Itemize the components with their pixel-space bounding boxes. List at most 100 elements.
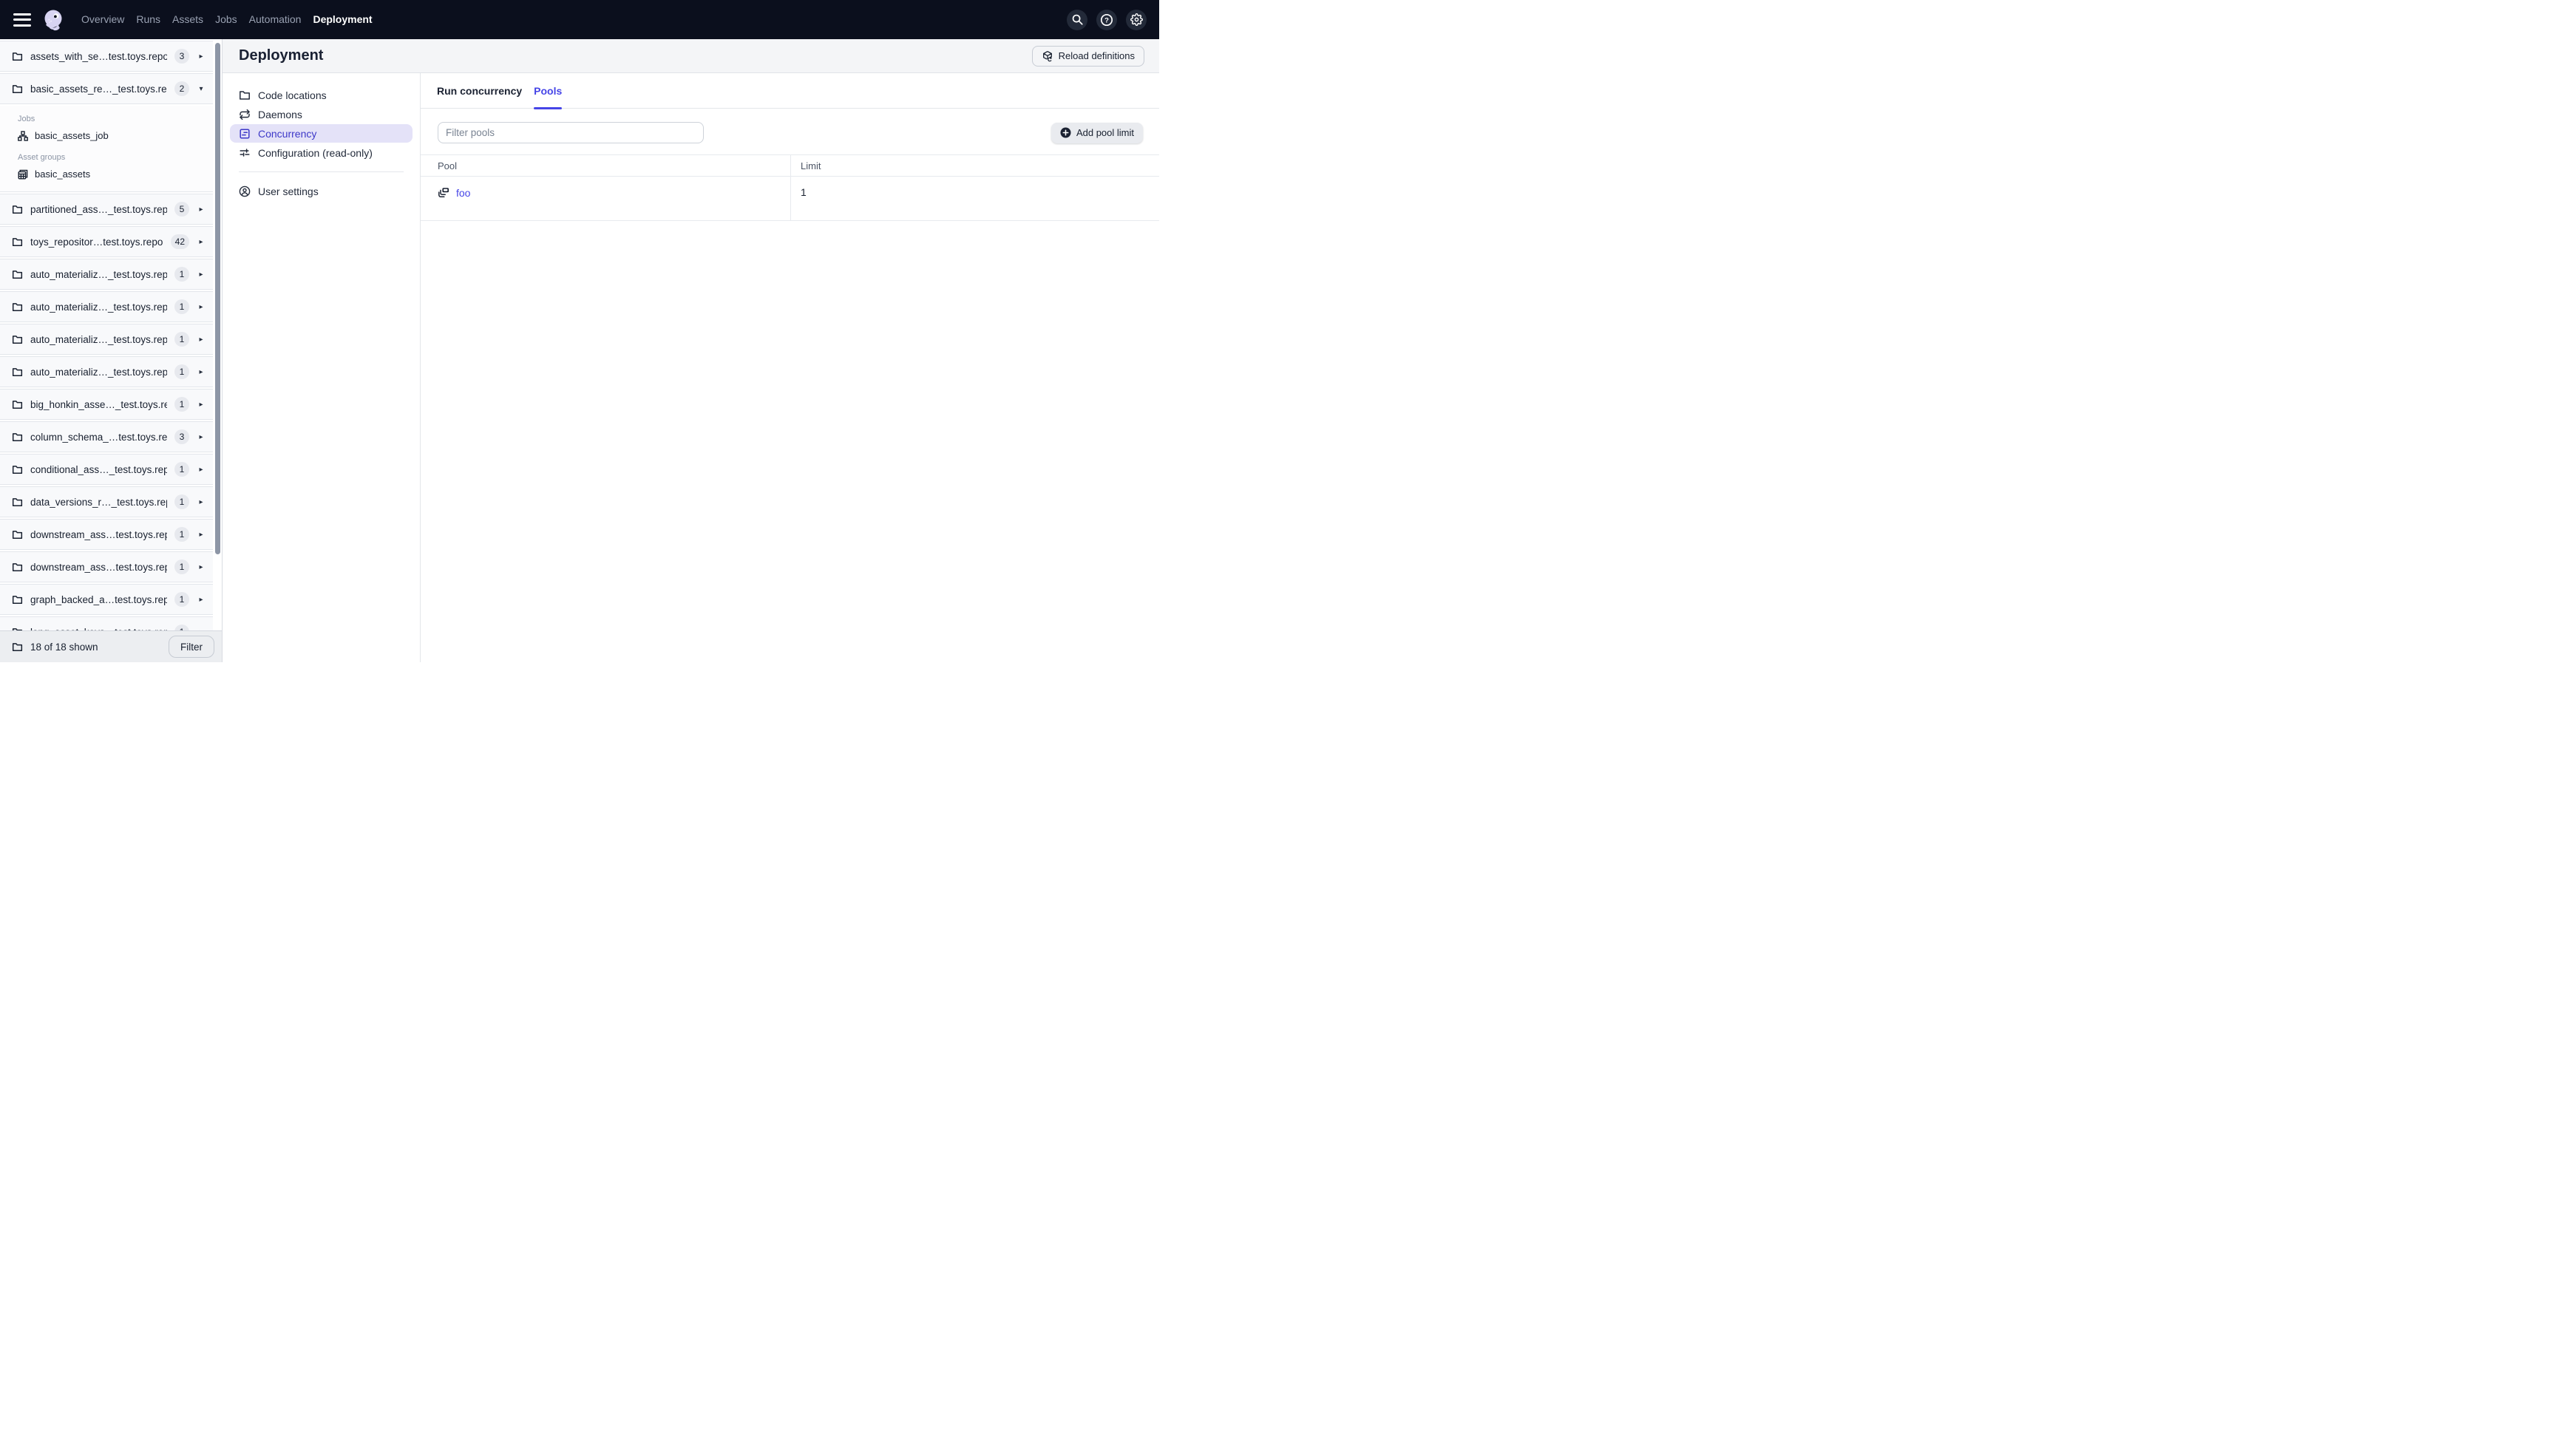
sidebar-repo-row[interactable]: conditional_ass…_test.toys.repo 1 ▸ <box>0 454 213 485</box>
subnav-item-configuration[interactable]: Configuration (read-only) <box>230 143 413 162</box>
subnav-item-concurrency[interactable]: Concurrency <box>230 124 413 143</box>
gear-icon <box>1130 13 1143 26</box>
sidebar-repo-row[interactable]: graph_backed_a…test.toys.repo 1 ▸ <box>0 584 213 615</box>
deployment-subnav: Code locations Daemons Concurrency Confi… <box>223 73 420 662</box>
repo-name: partitioned_ass…_test.toys.rep <box>30 203 167 215</box>
filter-button[interactable]: Filter <box>169 636 214 658</box>
chevron-icon[interactable]: ▸ <box>197 205 206 214</box>
sidebar-scrollbar[interactable] <box>215 43 220 554</box>
pool-limit-value: 1 <box>801 186 807 198</box>
chevron-icon[interactable]: ▸ <box>197 303 206 311</box>
asset-groups-section-label: Asset groups <box>18 153 66 162</box>
folder-icon <box>12 594 23 605</box>
reload-definitions-button[interactable]: Reload definitions <box>1031 45 1144 67</box>
help-button[interactable]: ? <box>1096 9 1117 30</box>
chevron-icon[interactable]: ▸ <box>197 368 206 376</box>
nav-item-overview[interactable]: Overview <box>75 0 130 39</box>
subnav-item-user-settings[interactable]: User settings <box>230 182 413 200</box>
tab-run-concurrency[interactable]: Run concurrency <box>437 73 522 109</box>
folder-icon <box>12 432 23 443</box>
pool-link[interactable]: foo <box>438 186 470 199</box>
repo-name: graph_backed_a…test.toys.repo <box>30 593 167 605</box>
svg-text:?: ? <box>1104 16 1109 24</box>
sidebar-repo-row[interactable]: big_honkin_asse…_test.toys.rep 1 ▸ <box>0 389 213 420</box>
sidebar-repo-row[interactable]: downstream_ass…test.toys.rep 1 ▸ <box>0 519 213 550</box>
plus-circle-icon <box>1060 127 1071 138</box>
pool-name-link[interactable]: foo <box>456 187 470 199</box>
repo-name: column_schema_…test.toys.rep <box>30 431 167 443</box>
folder-icon <box>12 399 23 410</box>
nav-item-deployment[interactable]: Deployment <box>307 0 378 39</box>
repeat-icon <box>239 109 251 120</box>
sidebar-repo-row[interactable]: column_schema_…test.toys.rep 3 ▸ <box>0 421 213 452</box>
pools-toolbar: Add pool limit <box>421 109 1159 143</box>
repo-count-summary: 18 of 18 shown <box>30 641 98 653</box>
repo-count-badge: 1 <box>174 559 189 574</box>
sidebar-repo-row[interactable]: auto_materializ…_test.toys.repo 1 ▸ <box>0 356 213 387</box>
repo-count-badge: 1 <box>174 364 189 379</box>
repo-list: assets_with_se…test.toys.repo 3 ▸ basic_… <box>0 39 222 630</box>
sidebar-repo-row[interactable]: assets_with_se…test.toys.repo 3 ▸ <box>0 41 213 72</box>
sidebar-job-item[interactable]: basic_assets_job <box>18 130 213 141</box>
concurrency-icon <box>239 128 251 140</box>
folder-icon <box>12 302 23 313</box>
sidebar-repo-row[interactable]: data_versions_r…_test.toys.rep 1 ▸ <box>0 486 213 517</box>
hamburger-menu-icon[interactable] <box>13 13 31 27</box>
repo-name: toys_repositor…test.toys.repo <box>30 236 163 248</box>
pool-table-row: foo 1 <box>421 177 1159 221</box>
folder-icon <box>12 204 23 215</box>
folder-icon <box>12 367 23 378</box>
repo-name: conditional_ass…_test.toys.repo <box>30 463 167 475</box>
sidebar-repo-row[interactable]: auto_materializ…_test.toys.repo 1 ▸ <box>0 259 213 290</box>
sidebar-repo-row[interactable]: basic_assets_re…_test.toys.rep 2 ▾ <box>0 73 213 104</box>
chevron-icon[interactable]: ▸ <box>197 498 206 506</box>
filter-pools-input[interactable] <box>438 122 704 143</box>
repo-name: auto_materializ…_test.toys.repo <box>30 301 167 313</box>
reload-cube-icon <box>1042 50 1053 62</box>
chevron-icon[interactable]: ▸ <box>197 52 206 61</box>
sidebar-repo-row[interactable]: partitioned_ass…_test.toys.rep 5 ▸ <box>0 194 213 225</box>
tab-pools[interactable]: Pools <box>534 73 563 109</box>
chevron-icon[interactable]: ▸ <box>197 401 206 409</box>
sidebar-repo-row[interactable]: long_asset_keys…test.toys.rep 1 ▸ <box>0 616 213 630</box>
search-button[interactable] <box>1067 9 1087 30</box>
chevron-icon[interactable]: ▸ <box>197 596 206 604</box>
concurrency-content: Run concurrency Pools Filter pools Add p… <box>420 73 1159 662</box>
repo-count-badge: 1 <box>174 462 189 477</box>
add-pool-limit-label: Add pool limit <box>1076 127 1134 138</box>
dagster-logo-icon[interactable] <box>42 9 64 31</box>
chevron-icon[interactable]: ▸ <box>197 466 206 474</box>
nav-item-assets[interactable]: Assets <box>166 0 209 39</box>
repo-count-badge: 2 <box>174 81 189 96</box>
chevron-icon[interactable]: ▸ <box>197 433 206 441</box>
dagster-app: Overview Runs Assets Jobs Automation Dep… <box>0 0 1159 662</box>
sidebar-repo-row[interactable]: auto_materializ…_test.toys.repo 1 ▸ <box>0 291 213 322</box>
subnav-label: Concurrency <box>258 127 317 140</box>
chevron-icon[interactable]: ▾ <box>197 85 206 93</box>
subnav-item-daemons[interactable]: Daemons <box>230 105 413 123</box>
chevron-icon[interactable]: ▸ <box>197 238 206 246</box>
subnav-divider <box>239 171 404 172</box>
repo-count-badge: 1 <box>174 299 189 314</box>
folder-icon <box>12 237 23 248</box>
nav-item-runs[interactable]: Runs <box>130 0 166 39</box>
settings-button[interactable] <box>1126 9 1147 30</box>
chevron-icon[interactable]: ▸ <box>197 336 206 344</box>
reload-definitions-label: Reload definitions <box>1058 50 1135 61</box>
sidebar-repo-row[interactable]: toys_repositor…test.toys.repo 42 ▸ <box>0 226 213 257</box>
chevron-icon[interactable]: ▸ <box>197 531 206 539</box>
sidebar-repo-row[interactable]: downstream_ass…test.toys.rep 1 ▸ <box>0 551 213 582</box>
chevron-icon[interactable]: ▸ <box>197 271 206 279</box>
folder-icon <box>12 84 23 95</box>
nav-item-automation[interactable]: Automation <box>243 0 308 39</box>
sidebar-repo-row[interactable]: auto_materializ…_test.toys.repo 1 ▸ <box>0 324 213 355</box>
add-pool-limit-button[interactable]: Add pool limit <box>1051 122 1143 143</box>
repo-count-badge: 42 <box>170 234 189 249</box>
page-header: Deployment Reload definitions <box>223 39 1159 73</box>
sidebar-asset-group-item[interactable]: basic_assets <box>18 169 213 180</box>
repo-count-badge: 1 <box>174 332 189 347</box>
subnav-item-code-locations[interactable]: Code locations <box>230 86 413 104</box>
nav-item-jobs[interactable]: Jobs <box>209 0 243 39</box>
repo-count-badge: 3 <box>174 429 189 444</box>
chevron-icon[interactable]: ▸ <box>197 563 206 571</box>
